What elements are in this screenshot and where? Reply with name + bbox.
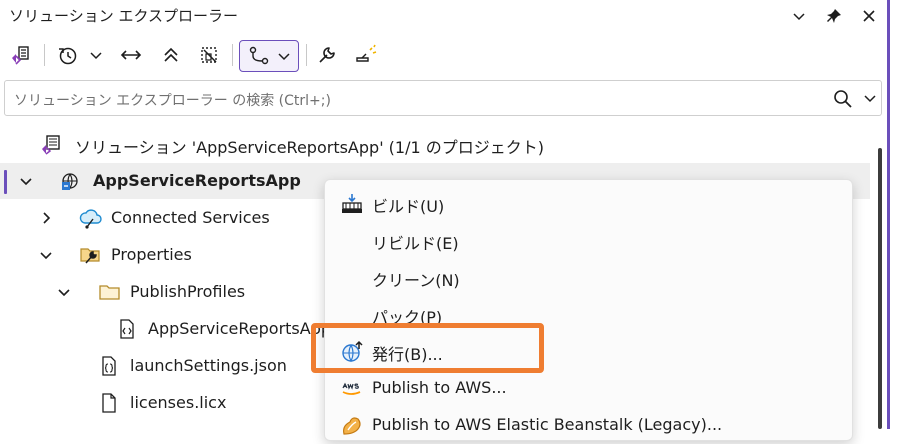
selection-marker: [4, 170, 7, 194]
connected-services-label: Connected Services: [111, 208, 270, 227]
menu-item-publish-aws-label: Publish to AWS...: [372, 378, 507, 397]
show-all-files-icon[interactable]: [196, 40, 222, 70]
callout-highlight: [311, 323, 544, 373]
window-title: ソリューション エクスプローラー: [9, 7, 239, 25]
menu-item-rebuild[interactable]: リビルド(E): [325, 223, 852, 259]
search-icon[interactable]: [833, 89, 853, 113]
window-gutter: [890, 0, 900, 429]
title-bar: ソリューション エクスプローラー: [0, 0, 886, 32]
menu-item-publish-beanstalk[interactable]: Publish to AWS Elastic Beanstalk (Legacy…: [325, 408, 852, 444]
solution-icon: [41, 133, 63, 155]
history-icon[interactable]: [54, 40, 80, 70]
project-label: AppServiceReportsApp: [93, 171, 301, 190]
search-box[interactable]: ソリューション エクスプローラー の検索 (Ctrl+;): [4, 80, 882, 116]
history-dropdown-icon[interactable]: [86, 40, 106, 70]
search-options-chevron-icon[interactable]: [863, 90, 877, 109]
solution-label: ソリューション 'AppServiceReportsApp' (1/1 のプロジ…: [75, 138, 544, 157]
launch-settings-label: launchSettings.json: [130, 356, 287, 375]
sync-with-document-icon[interactable]: [118, 40, 144, 70]
expanded-chevron-icon[interactable]: [56, 284, 72, 300]
expanded-chevron-icon[interactable]: [38, 247, 54, 263]
toolbar-separator: [306, 44, 307, 66]
menu-item-clean-label: クリーン(N): [372, 271, 460, 290]
properties-folder-icon: [79, 244, 101, 266]
menu-item-rebuild-label: リビルド(E): [372, 234, 459, 253]
menu-item-publish-aws[interactable]: Publish to AWS...: [325, 371, 852, 407]
menu-item-build[interactable]: ビルド(U): [325, 186, 852, 222]
menu-item-publish-beanstalk-label: Publish to AWS Elastic Beanstalk (Legacy…: [372, 415, 723, 434]
folder-icon: [98, 281, 120, 303]
properties-label: Properties: [111, 245, 192, 264]
search-input[interactable]: ソリューション エクスプローラー の検索 (Ctrl+;): [14, 90, 331, 110]
switch-views-icon[interactable]: [8, 40, 34, 70]
vertical-scrollbar[interactable]: [878, 148, 882, 429]
licenses-label: licenses.licx: [130, 393, 227, 412]
menu-item-clean[interactable]: クリーン(N): [325, 260, 852, 296]
connected-services-cloud-icon: [79, 207, 102, 229]
preview-selected-items-icon[interactable]: [352, 40, 382, 70]
expanded-chevron-icon[interactable]: [18, 173, 34, 189]
web-project-icon: [59, 170, 81, 192]
tree-item-solution[interactable]: ソリューション 'AppServiceReportsApp' (1/1 のプロジ…: [0, 126, 870, 162]
json-file-icon: [98, 355, 120, 377]
pin-icon[interactable]: [824, 6, 844, 26]
collapsed-chevron-icon[interactable]: [38, 210, 54, 226]
chevron-down-icon[interactable]: [789, 6, 809, 26]
menu-item-build-label: ビルド(U): [372, 197, 445, 216]
build-icon: [340, 192, 364, 216]
toolbar-separator: [44, 44, 45, 66]
close-icon[interactable]: [859, 6, 879, 26]
aws-icon: [340, 377, 364, 401]
properties-wrench-icon[interactable]: [314, 40, 340, 70]
toolbar: [0, 36, 886, 76]
beanstalk-icon: [340, 414, 364, 438]
context-menu: ビルド(U) リビルド(E) クリーン(N) パック(P) 発行(B)... P…: [324, 179, 853, 441]
pubxml-label: AppServiceReportsApp: [148, 319, 332, 338]
git-changes-filter-button[interactable]: [239, 40, 299, 72]
xml-file-icon: [116, 318, 138, 340]
collapse-all-icon[interactable]: [158, 40, 184, 70]
chevron-down-icon: [278, 53, 290, 61]
publish-profiles-label: PublishProfiles: [130, 282, 246, 301]
toolbar-separator: [232, 44, 233, 66]
file-icon: [98, 392, 120, 414]
